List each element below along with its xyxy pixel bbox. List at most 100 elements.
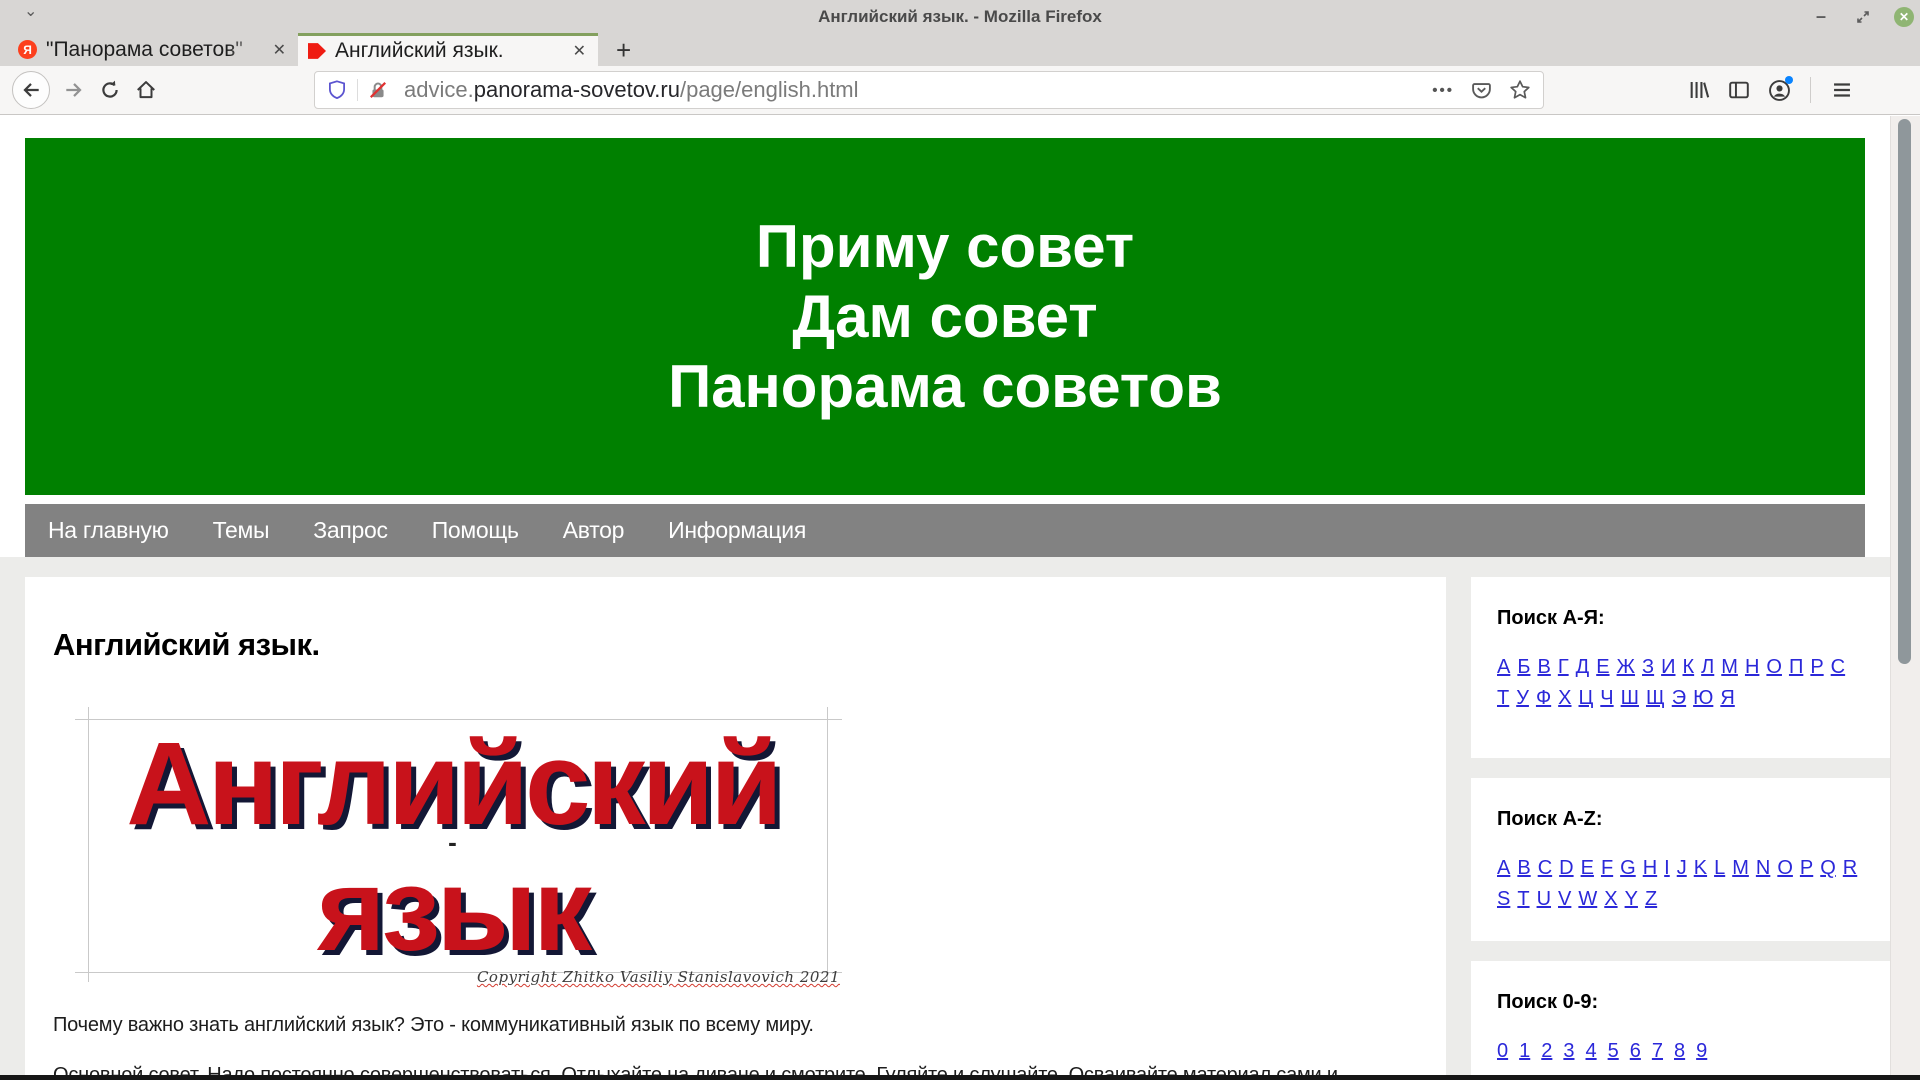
alphabet-link[interactable]: Ц — [1579, 687, 1594, 710]
alphabet-link[interactable]: Р — [1810, 656, 1823, 679]
alphabet-link[interactable]: T — [1517, 888, 1529, 911]
alphabet-link[interactable]: В — [1537, 656, 1550, 679]
alphabet-link[interactable]: W — [1578, 888, 1597, 911]
alphabet-link[interactable]: N — [1756, 857, 1770, 880]
alphabet-link[interactable]: Щ — [1646, 687, 1665, 710]
alphabet-link[interactable]: L — [1714, 857, 1725, 880]
alphabet-link[interactable]: K — [1694, 857, 1707, 880]
maximize-button[interactable] — [1852, 6, 1874, 28]
alphabet-link[interactable]: G — [1620, 857, 1636, 880]
digit-link[interactable]: 8 — [1674, 1040, 1685, 1063]
alphabet-link[interactable]: P — [1800, 857, 1813, 880]
digit-link[interactable]: 3 — [1563, 1040, 1574, 1063]
back-button[interactable] — [12, 71, 50, 109]
alphabet-link[interactable]: Q — [1820, 857, 1836, 880]
bookmark-star-icon[interactable] — [1509, 79, 1531, 101]
digit-link[interactable]: 9 — [1696, 1040, 1707, 1063]
alphabet-link[interactable]: B — [1517, 857, 1530, 880]
alphabet-link[interactable]: Т — [1497, 687, 1509, 710]
menu-link[interactable]: Автор — [563, 517, 624, 544]
close-button[interactable]: ✕ — [1894, 7, 1914, 27]
alphabet-link[interactable]: З — [1642, 656, 1654, 679]
vertical-scrollbar[interactable] — [1890, 116, 1920, 1075]
alphabet-link[interactable]: Ю — [1693, 687, 1713, 710]
alphabet-link[interactable]: Б — [1517, 656, 1530, 679]
url-domain: panorama-sovetov.ru — [474, 77, 680, 102]
alphabet-link[interactable]: E — [1581, 857, 1594, 880]
alphabet-link[interactable]: Э — [1672, 687, 1686, 710]
tab-close-icon[interactable]: ✕ — [271, 40, 288, 60]
account-button[interactable] — [1764, 75, 1794, 105]
alphabet-link[interactable]: Я — [1720, 687, 1734, 710]
home-button[interactable] — [128, 72, 164, 108]
alphabet-link[interactable]: V — [1558, 888, 1571, 911]
alphabet-link[interactable]: O — [1777, 857, 1793, 880]
alphabet-link[interactable]: Z — [1645, 888, 1657, 911]
url-text[interactable]: advice.panorama-sovetov.ru/page/english.… — [404, 77, 1422, 103]
tab-english-active[interactable]: Английский язык. ✕ — [298, 33, 598, 66]
alphabet-link[interactable]: R — [1843, 857, 1857, 880]
digit-link[interactable]: 1 — [1519, 1040, 1530, 1063]
tracking-protection-shield-icon[interactable] — [327, 80, 347, 100]
alphabet-link[interactable]: Y — [1625, 888, 1638, 911]
sidebars-button[interactable] — [1724, 75, 1754, 105]
insecure-lock-icon[interactable] — [368, 80, 388, 100]
alphabet-link[interactable]: M — [1732, 857, 1749, 880]
menu-link[interactable]: Помощь — [432, 517, 519, 544]
alphabet-link[interactable]: Ф — [1536, 687, 1551, 710]
page-actions-icon[interactable]: ••• — [1432, 82, 1454, 99]
window-menu-chevron-icon[interactable]: ⌄ — [24, 1, 37, 21]
alphabet-link[interactable]: S — [1497, 888, 1510, 911]
navigation-toolbar: advice.panorama-sovetov.ru/page/english.… — [0, 66, 1920, 115]
alphabet-link[interactable]: Д — [1576, 656, 1590, 679]
tab-close-icon[interactable]: ✕ — [571, 41, 588, 61]
alphabet-link[interactable]: О — [1766, 656, 1782, 679]
alphabet-link[interactable]: J — [1677, 857, 1687, 880]
minimize-button[interactable]: – — [1810, 6, 1832, 28]
alphabet-link[interactable]: C — [1538, 857, 1552, 880]
alphabet-link[interactable]: Х — [1558, 687, 1571, 710]
alphabet-link[interactable]: И — [1661, 656, 1675, 679]
alphabet-link[interactable]: F — [1601, 857, 1613, 880]
alphabet-link[interactable]: X — [1604, 888, 1617, 911]
menu-link[interactable]: Запрос — [313, 517, 387, 544]
scrollbar-thumb[interactable] — [1898, 119, 1911, 664]
digit-link[interactable]: 7 — [1652, 1040, 1663, 1063]
new-tab-button[interactable]: + — [616, 37, 631, 63]
alphabet-link[interactable]: С — [1831, 656, 1845, 679]
alphabet-link[interactable]: П — [1789, 656, 1803, 679]
menu-link[interactable]: Темы — [213, 517, 270, 544]
alphabet-link[interactable]: К — [1682, 656, 1694, 679]
digit-link[interactable]: 4 — [1586, 1040, 1597, 1063]
menu-link[interactable]: Информация — [668, 517, 806, 544]
site-favicon-icon — [308, 42, 326, 60]
library-button[interactable] — [1684, 75, 1714, 105]
alphabet-link[interactable]: Ч — [1600, 687, 1613, 710]
reload-button[interactable] — [92, 72, 128, 108]
alphabet-link[interactable]: I — [1664, 857, 1670, 880]
alphabet-link[interactable]: Г — [1558, 656, 1569, 679]
forward-button[interactable] — [56, 72, 92, 108]
pocket-icon[interactable] — [1471, 80, 1492, 101]
window-controls: – ✕ — [1810, 0, 1914, 33]
alphabet-link[interactable]: Е — [1596, 656, 1609, 679]
digit-link[interactable]: 5 — [1608, 1040, 1619, 1063]
digit-link[interactable]: 0 — [1497, 1040, 1508, 1063]
url-bar[interactable]: advice.panorama-sovetov.ru/page/english.… — [314, 71, 1544, 109]
alphabet-link[interactable]: Н — [1745, 656, 1759, 679]
tab-panorama-sovetov[interactable]: Я "Панорама советов" ✕ — [8, 33, 298, 66]
menu-button[interactable] — [1827, 75, 1857, 105]
alphabet-link[interactable]: A — [1497, 857, 1510, 880]
alphabet-link[interactable]: Ж — [1617, 656, 1635, 679]
digit-link[interactable]: 2 — [1541, 1040, 1552, 1063]
alphabet-link[interactable]: Ш — [1621, 687, 1639, 710]
alphabet-link[interactable]: U — [1537, 888, 1551, 911]
alphabet-link[interactable]: D — [1559, 857, 1573, 880]
alphabet-link[interactable]: М — [1721, 656, 1738, 679]
alphabet-link[interactable]: А — [1497, 656, 1510, 679]
menu-link[interactable]: На главную — [48, 517, 169, 544]
alphabet-link[interactable]: H — [1643, 857, 1657, 880]
digit-link[interactable]: 6 — [1630, 1040, 1641, 1063]
alphabet-link[interactable]: У — [1516, 687, 1529, 710]
alphabet-link[interactable]: Л — [1701, 656, 1714, 679]
